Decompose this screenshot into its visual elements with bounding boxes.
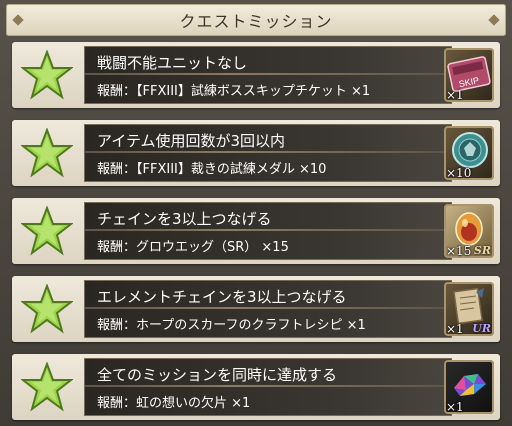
page-title: クエストミッション — [179, 12, 333, 31]
star-icon — [18, 360, 76, 414]
mission-panel: アイテム使用回数が3回以内 報酬：【FFXIII】裁きの試練メダル ×10 — [84, 124, 452, 182]
mission-reward: 報酬：グロウエッグ（SR） ×15 — [97, 240, 289, 255]
divider — [85, 151, 451, 153]
item-quantity: ×15 — [446, 244, 472, 258]
star-icon — [18, 48, 76, 102]
mission-item: エレメントチェインを3以上つなげる 報酬：ホープのスカーフのクラフトレシピ ×1… — [12, 276, 500, 342]
skip-ticket-icon[interactable]: SKIP ×1 — [444, 48, 494, 102]
mission-reward: 報酬：ホープのスカーフのクラフトレシピ ×1 — [97, 318, 366, 333]
mission-title: 戦闘不能ユニットなし — [97, 54, 248, 72]
mission-title: エレメントチェインを3以上つなげる — [97, 288, 347, 306]
item-quantity: ×1 — [446, 322, 464, 336]
rarity-label: UR — [472, 322, 491, 335]
mission-item: 全てのミッションを同時に達成する 報酬：虹の想いの欠片 ×1 ×1 — [12, 354, 500, 420]
rarity-label: SR — [473, 244, 491, 257]
mission-panel: 全てのミッションを同時に達成する 報酬：虹の想いの欠片 ×1 — [84, 358, 452, 416]
craft-recipe-icon[interactable]: ×1 UR — [444, 282, 494, 336]
item-quantity: ×1 — [446, 88, 464, 102]
divider — [85, 73, 451, 75]
mission-title: チェインを3以上つなげる — [97, 210, 272, 228]
mission-reward: 報酬：【FFXIII】裁きの試練メダル ×10 — [97, 162, 327, 177]
mission-panel: エレメントチェインを3以上つなげる 報酬：ホープのスカーフのクラフトレシピ ×1 — [84, 280, 452, 338]
divider — [85, 385, 451, 387]
grow-egg-icon[interactable]: ×15 SR — [444, 204, 494, 258]
star-icon — [18, 126, 76, 180]
item-quantity: ×1 — [446, 400, 464, 414]
header-bar: クエストミッション — [6, 4, 506, 36]
mission-item: 戦闘不能ユニットなし 報酬：【FFXIII】試練ボススキップチケット ×1 SK… — [12, 42, 500, 108]
mission-item: アイテム使用回数が3回以内 報酬：【FFXIII】裁きの試練メダル ×10 ×1… — [12, 120, 500, 186]
divider — [85, 229, 451, 231]
mission-reward: 報酬：【FFXIII】試練ボススキップチケット ×1 — [97, 84, 371, 99]
mission-panel: 戦闘不能ユニットなし 報酬：【FFXIII】試練ボススキップチケット ×1 — [84, 46, 452, 104]
mission-panel: チェインを3以上つなげる 報酬：グロウエッグ（SR） ×15 — [84, 202, 452, 260]
mission-item: チェインを3以上つなげる 報酬：グロウエッグ（SR） ×15 ×15 SR — [12, 198, 500, 264]
rainbow-shard-icon[interactable]: ×1 — [444, 360, 494, 414]
mission-reward: 報酬：虹の想いの欠片 ×1 — [97, 396, 251, 411]
mission-title: アイテム使用回数が3回以内 — [97, 132, 286, 150]
star-icon — [18, 282, 76, 336]
star-icon — [18, 204, 76, 258]
item-quantity: ×10 — [446, 166, 472, 180]
divider — [85, 307, 451, 309]
mission-window: クエストミッション 戦闘不能ユニットなし 報酬：【FFXIII】試練ボススキップ… — [0, 0, 512, 426]
trial-medal-icon[interactable]: ×10 — [444, 126, 494, 180]
mission-title: 全てのミッションを同時に達成する — [97, 366, 338, 384]
